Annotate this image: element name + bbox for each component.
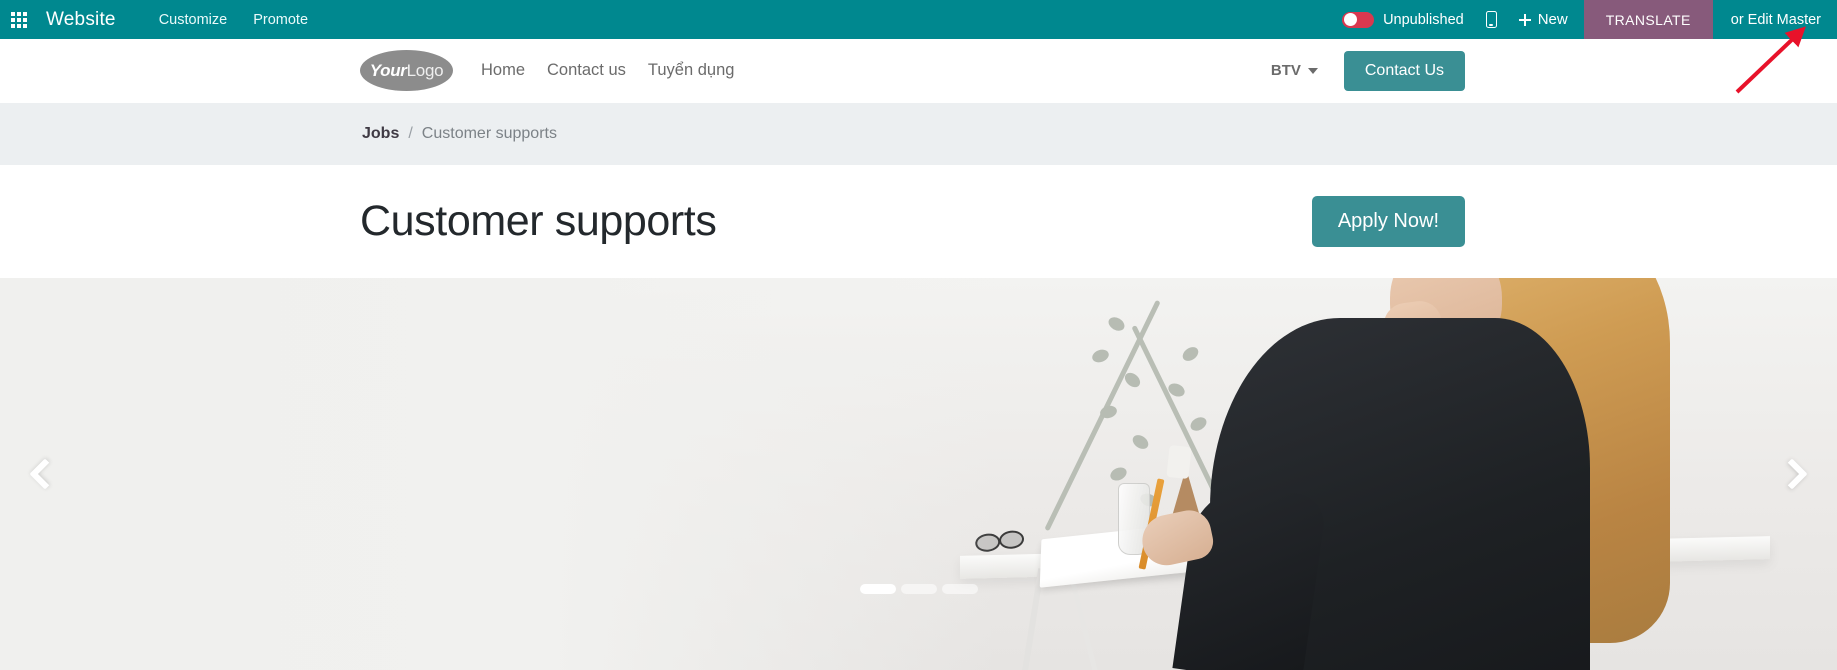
publish-status-label: Unpublished bbox=[1383, 11, 1464, 28]
nav-item-contact-us[interactable]: Contact us bbox=[547, 61, 626, 80]
new-button[interactable]: New bbox=[1511, 11, 1584, 28]
carousel-indicators bbox=[859, 584, 978, 594]
photo-cone-top bbox=[1166, 444, 1192, 480]
new-button-label: New bbox=[1537, 11, 1568, 28]
logo-ellipse-shape: YourLogo bbox=[360, 50, 453, 91]
publish-toggle-track bbox=[1342, 11, 1375, 28]
nav-item-home[interactable]: Home bbox=[481, 61, 525, 80]
site-navigation: Home Contact us Tuyển dụng bbox=[481, 61, 734, 80]
nav-item-tuyen-dung[interactable]: Tuyển dụng bbox=[648, 61, 735, 80]
logo-text-secondary: Logo bbox=[406, 60, 444, 80]
odoo-editor-topbar: Website Customize Promote Unpublished Ne… bbox=[0, 0, 1837, 39]
website-header: YourLogo Home Contact us Tuyển dụng BTV … bbox=[0, 39, 1837, 103]
publish-toggle[interactable]: Unpublished bbox=[1334, 11, 1472, 28]
breadcrumb-separator: / bbox=[408, 125, 413, 142]
apply-now-button[interactable]: Apply Now! bbox=[1311, 196, 1465, 247]
edit-master-button[interactable]: or Edit Master bbox=[1712, 0, 1837, 39]
carousel-slide-image bbox=[0, 278, 1837, 670]
breadcrumb: Jobs / Customer supports bbox=[362, 125, 557, 143]
carousel-indicator-2[interactable] bbox=[900, 584, 937, 594]
translate-button[interactable]: TRANSLATE bbox=[1583, 0, 1713, 39]
carousel-prev-button[interactable] bbox=[0, 278, 90, 670]
contact-us-button[interactable]: Contact Us bbox=[1343, 50, 1465, 91]
chevron-down-icon bbox=[1307, 67, 1318, 74]
plus-icon bbox=[1518, 13, 1531, 26]
chevron-left-icon bbox=[29, 458, 61, 490]
logo-text: YourLogo bbox=[370, 61, 444, 81]
site-logo[interactable]: YourLogo bbox=[360, 50, 453, 91]
mobile-phone-glyph bbox=[1485, 11, 1497, 28]
language-selector[interactable]: BTV bbox=[1271, 62, 1318, 79]
carousel-next-button[interactable] bbox=[1747, 278, 1837, 670]
app-brand-title: Website bbox=[46, 8, 116, 30]
header-right-group: BTV Contact Us bbox=[1271, 50, 1465, 91]
apps-grid-glyph bbox=[11, 11, 27, 28]
hero-carousel bbox=[0, 278, 1837, 670]
page-title: Customer supports bbox=[360, 197, 717, 245]
page-title-block: Customer supports Apply Now! bbox=[0, 165, 1837, 278]
breadcrumb-item-current: Customer supports bbox=[421, 125, 557, 142]
language-selector-value: BTV bbox=[1270, 62, 1301, 79]
topbar-menu-promote[interactable]: Promote bbox=[240, 12, 321, 28]
carousel-indicator-1[interactable] bbox=[859, 584, 896, 594]
carousel-indicator-3[interactable] bbox=[941, 584, 978, 594]
mobile-preview-icon[interactable] bbox=[1472, 11, 1511, 28]
breadcrumb-strip: Jobs / Customer supports bbox=[0, 103, 1837, 165]
logo-text-primary: Your bbox=[369, 60, 407, 80]
apps-grid-icon[interactable] bbox=[0, 0, 38, 39]
topbar-menu-customize[interactable]: Customize bbox=[146, 12, 241, 28]
photo-left-fade bbox=[0, 278, 1000, 670]
chevron-right-icon bbox=[1776, 458, 1808, 490]
publish-toggle-knob bbox=[1343, 13, 1357, 26]
breadcrumb-item-jobs[interactable]: Jobs bbox=[362, 125, 399, 143]
